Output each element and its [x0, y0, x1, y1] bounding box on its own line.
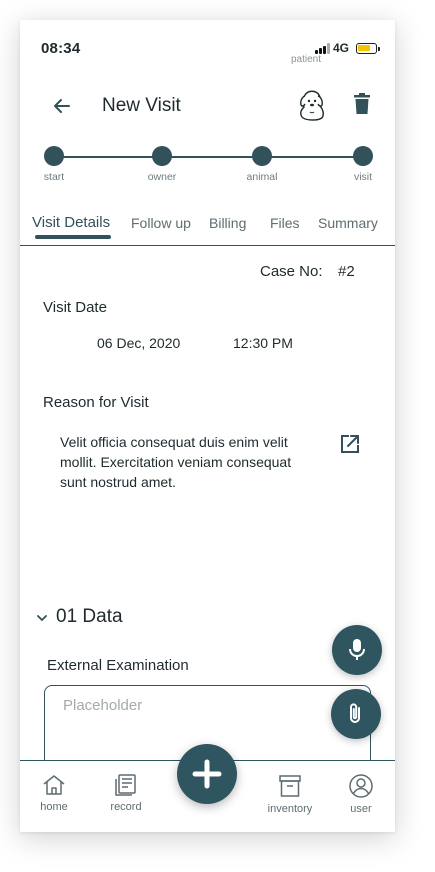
signal-icon	[315, 43, 331, 54]
tab-follow-up[interactable]: Follow up	[131, 215, 191, 231]
chevron-down-icon	[37, 615, 47, 622]
tab-summary[interactable]: Summary	[318, 215, 378, 231]
microphone-icon	[349, 639, 365, 660]
user-icon	[349, 774, 373, 798]
step-dot	[353, 146, 373, 166]
tab-files[interactable]: Files	[270, 215, 300, 231]
step-label: owner	[147, 171, 177, 183]
step-label: start	[43, 171, 65, 183]
step-dot	[252, 146, 272, 166]
inventory-icon	[279, 775, 301, 797]
delete-button[interactable]	[352, 92, 372, 116]
app-header: New Visit	[20, 82, 395, 130]
section-title: 01 Data	[56, 606, 123, 627]
dog-icon	[300, 90, 324, 121]
trash-icon	[354, 93, 370, 114]
step-animal[interactable]: animal	[232, 146, 292, 183]
nav-label: user	[350, 803, 372, 815]
reason-label: Reason for Visit	[43, 394, 149, 411]
tab-visit-details[interactable]: Visit Details	[32, 214, 110, 231]
active-tab-indicator	[35, 235, 111, 239]
nav-label: record	[110, 801, 142, 813]
step-label: visit	[353, 171, 373, 183]
plus-icon	[192, 759, 222, 789]
paperclip-icon	[350, 703, 360, 723]
external-link-icon	[341, 435, 359, 453]
nav-user[interactable]: user	[331, 773, 391, 815]
step-visit[interactable]: visit	[333, 146, 393, 183]
open-reason-button[interactable]	[339, 433, 361, 455]
nav-inventory[interactable]: inventory	[260, 773, 320, 815]
tab-bar: Visit Details Follow up Billing Files Su…	[20, 210, 395, 246]
status-bar: 08:34 4G patient	[20, 20, 395, 65]
network-type: 4G	[333, 41, 350, 55]
step-dot	[152, 146, 172, 166]
reason-text: Velit officia consequat duis enim velit …	[60, 434, 292, 490]
battery-icon	[356, 43, 380, 54]
arrow-left-icon	[54, 99, 70, 113]
voice-input-button[interactable]	[332, 625, 382, 675]
nav-label: inventory	[267, 803, 313, 815]
patient-button[interactable]	[296, 88, 326, 122]
add-button[interactable]	[177, 744, 237, 804]
step-start[interactable]: start	[24, 146, 84, 183]
page-title: New Visit	[102, 95, 181, 116]
visit-date-label: Visit Date	[43, 299, 107, 316]
case-number-value: #2	[338, 263, 355, 280]
back-button[interactable]	[50, 94, 74, 118]
step-dot	[44, 146, 64, 166]
home-icon	[43, 775, 65, 795]
tab-billing[interactable]: Billing	[209, 215, 246, 231]
step-label: animal	[246, 171, 278, 183]
input-placeholder: Placeholder	[63, 697, 143, 714]
progress-stepper: start owner animal visit	[20, 146, 395, 190]
patient-tag: patient	[291, 54, 322, 65]
nav-label: home	[40, 801, 68, 813]
record-icon	[115, 774, 136, 796]
nav-record[interactable]: record	[96, 773, 156, 813]
external-examination-label: External Examination	[47, 657, 189, 674]
stepper-line	[54, 156, 364, 158]
nav-home[interactable]: home	[24, 773, 84, 813]
visit-date-field[interactable]: 06 Dec, 2020	[97, 335, 180, 351]
step-owner[interactable]: owner	[132, 146, 192, 183]
visit-time-field[interactable]: 12:30 PM	[233, 335, 293, 351]
clock: 08:34	[41, 40, 81, 57]
case-number-label: Case No:	[260, 263, 323, 280]
attach-button[interactable]	[331, 689, 381, 739]
phone-screen: 08:34 4G patient New Visit start owner a…	[20, 20, 395, 832]
